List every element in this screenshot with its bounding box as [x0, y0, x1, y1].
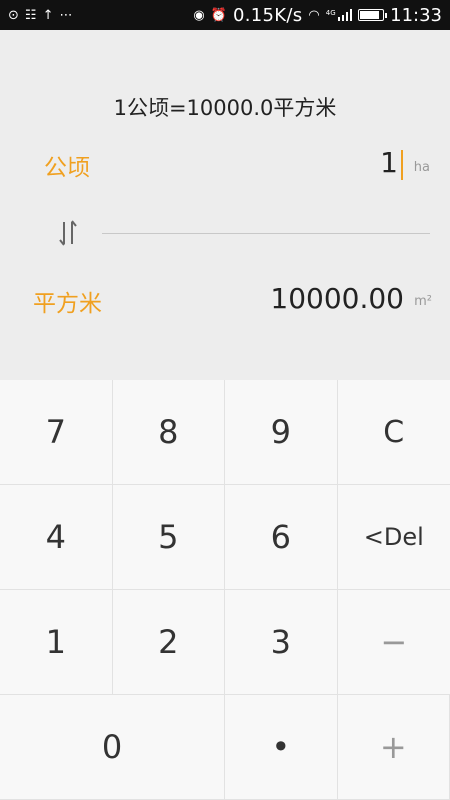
- key-6[interactable]: 6: [225, 485, 338, 590]
- from-value-input[interactable]: 1: [380, 146, 398, 179]
- key-9[interactable]: 9: [225, 380, 338, 485]
- to-row[interactable]: 平方米 10000.00 m²: [0, 282, 450, 322]
- key-2[interactable]: 2: [112, 590, 225, 695]
- key-delete[interactable]: <Del: [337, 485, 450, 590]
- swap-icon[interactable]: [56, 218, 80, 248]
- more-icon: ⋯: [59, 7, 73, 23]
- upload-icon: ↑: [42, 7, 54, 23]
- key-decimal[interactable]: •: [225, 695, 338, 800]
- network-label: 4G: [325, 9, 336, 17]
- vibrate-icon: ◉: [193, 7, 205, 23]
- clock: 11:33: [390, 4, 442, 26]
- sim-icon: ⊙: [8, 7, 19, 23]
- divider: [102, 233, 430, 234]
- key-0[interactable]: 0: [0, 695, 225, 800]
- key-8[interactable]: 8: [112, 380, 225, 485]
- qr-icon: ☷: [24, 7, 37, 23]
- key-4[interactable]: 4: [0, 485, 113, 590]
- from-unit-name[interactable]: 公顷: [44, 148, 90, 182]
- net-speed: 0.15K/s: [232, 4, 303, 26]
- key-1[interactable]: 1: [0, 590, 113, 695]
- to-unit-suffix: m²: [414, 294, 432, 309]
- key-plus[interactable]: +: [337, 695, 450, 800]
- status-left: ⊙ ☷ ↑ ⋯: [8, 9, 72, 22]
- keypad: 7 8 9 C 4 5 6 <Del 1 2 3 − 0 • +: [0, 380, 450, 800]
- key-7[interactable]: 7: [0, 380, 113, 485]
- status-bar: ⊙ ☷ ↑ ⋯ ◉ ⏰ 0.15K/s ◠ 4G 11:33: [0, 0, 450, 30]
- status-right: ◉ ⏰ 0.15K/s ◠ 4G 11:33: [193, 5, 442, 26]
- to-value: 10000.00: [270, 282, 404, 315]
- battery-icon: [358, 9, 388, 21]
- key-minus[interactable]: −: [337, 590, 450, 695]
- key-5[interactable]: 5: [112, 485, 225, 590]
- key-clear[interactable]: C: [337, 380, 450, 485]
- from-unit-suffix: ha: [413, 160, 430, 175]
- alarm-icon: ⏰: [210, 7, 227, 23]
- converter-panel: 1公顷=10000.0平方米 公顷 1 ha 平方米 10000.00 m²: [0, 30, 450, 380]
- to-unit-name[interactable]: 平方米: [33, 284, 102, 318]
- key-3[interactable]: 3: [225, 590, 338, 695]
- signal-4g-icon: 4G: [325, 9, 353, 21]
- conversion-formula: 1公顷=10000.0平方米: [113, 96, 337, 120]
- from-row[interactable]: 公顷 1 ha: [0, 146, 450, 186]
- wifi-icon: ◠: [308, 7, 320, 23]
- text-caret: [401, 150, 403, 180]
